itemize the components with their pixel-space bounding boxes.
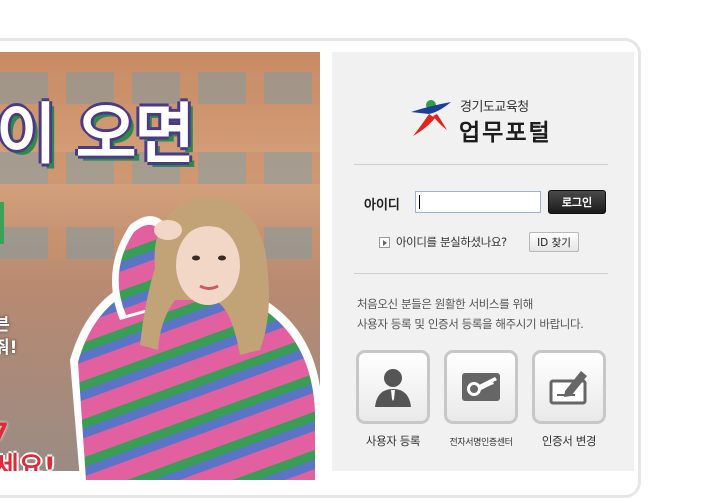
e-signature-center-button[interactable] xyxy=(444,350,518,424)
text-caret xyxy=(419,195,420,209)
banner-decoration xyxy=(0,202,4,244)
banner-person-image xyxy=(70,197,322,480)
banner-text: 7 xyxy=(0,418,9,446)
e-signature-center-label: 전자서명인증센터 xyxy=(449,438,513,448)
user-registration-button[interactable] xyxy=(356,350,430,424)
id-input[interactable] xyxy=(415,191,541,213)
banner-text: 세요! xyxy=(0,452,56,471)
user-registration-label: 사용자 등록 xyxy=(365,434,421,448)
banner-text: 븐 xyxy=(0,315,10,335)
login-button[interactable]: 로그인 xyxy=(548,190,606,214)
arrow-right-icon xyxy=(379,237,390,248)
user-icon xyxy=(375,369,411,407)
divider xyxy=(354,273,608,274)
logo-title: 업무포털 xyxy=(459,120,552,146)
find-id-button[interactable]: ID 찾기 xyxy=(529,232,579,252)
certificate-change-label: 인증서 변경 xyxy=(541,434,597,448)
certificate-change-button[interactable] xyxy=(532,350,606,424)
find-id-prompt: 아이디를 분실하셨나요? xyxy=(396,235,507,249)
banner-text: 줘! xyxy=(0,338,18,358)
id-label: 아이디 xyxy=(364,198,400,213)
gyeonggi-education-logo-icon xyxy=(411,100,451,136)
guide-text-line1: 처음오신 분들은 원활한 서비스를 위해 xyxy=(357,297,533,311)
guide-text-line2: 사용자 등록 및 인증서 등록을 해주시기 바랍니다. xyxy=(357,317,584,331)
divider xyxy=(354,164,608,165)
key-icon xyxy=(462,373,500,401)
certificate-edit-icon xyxy=(549,371,587,405)
